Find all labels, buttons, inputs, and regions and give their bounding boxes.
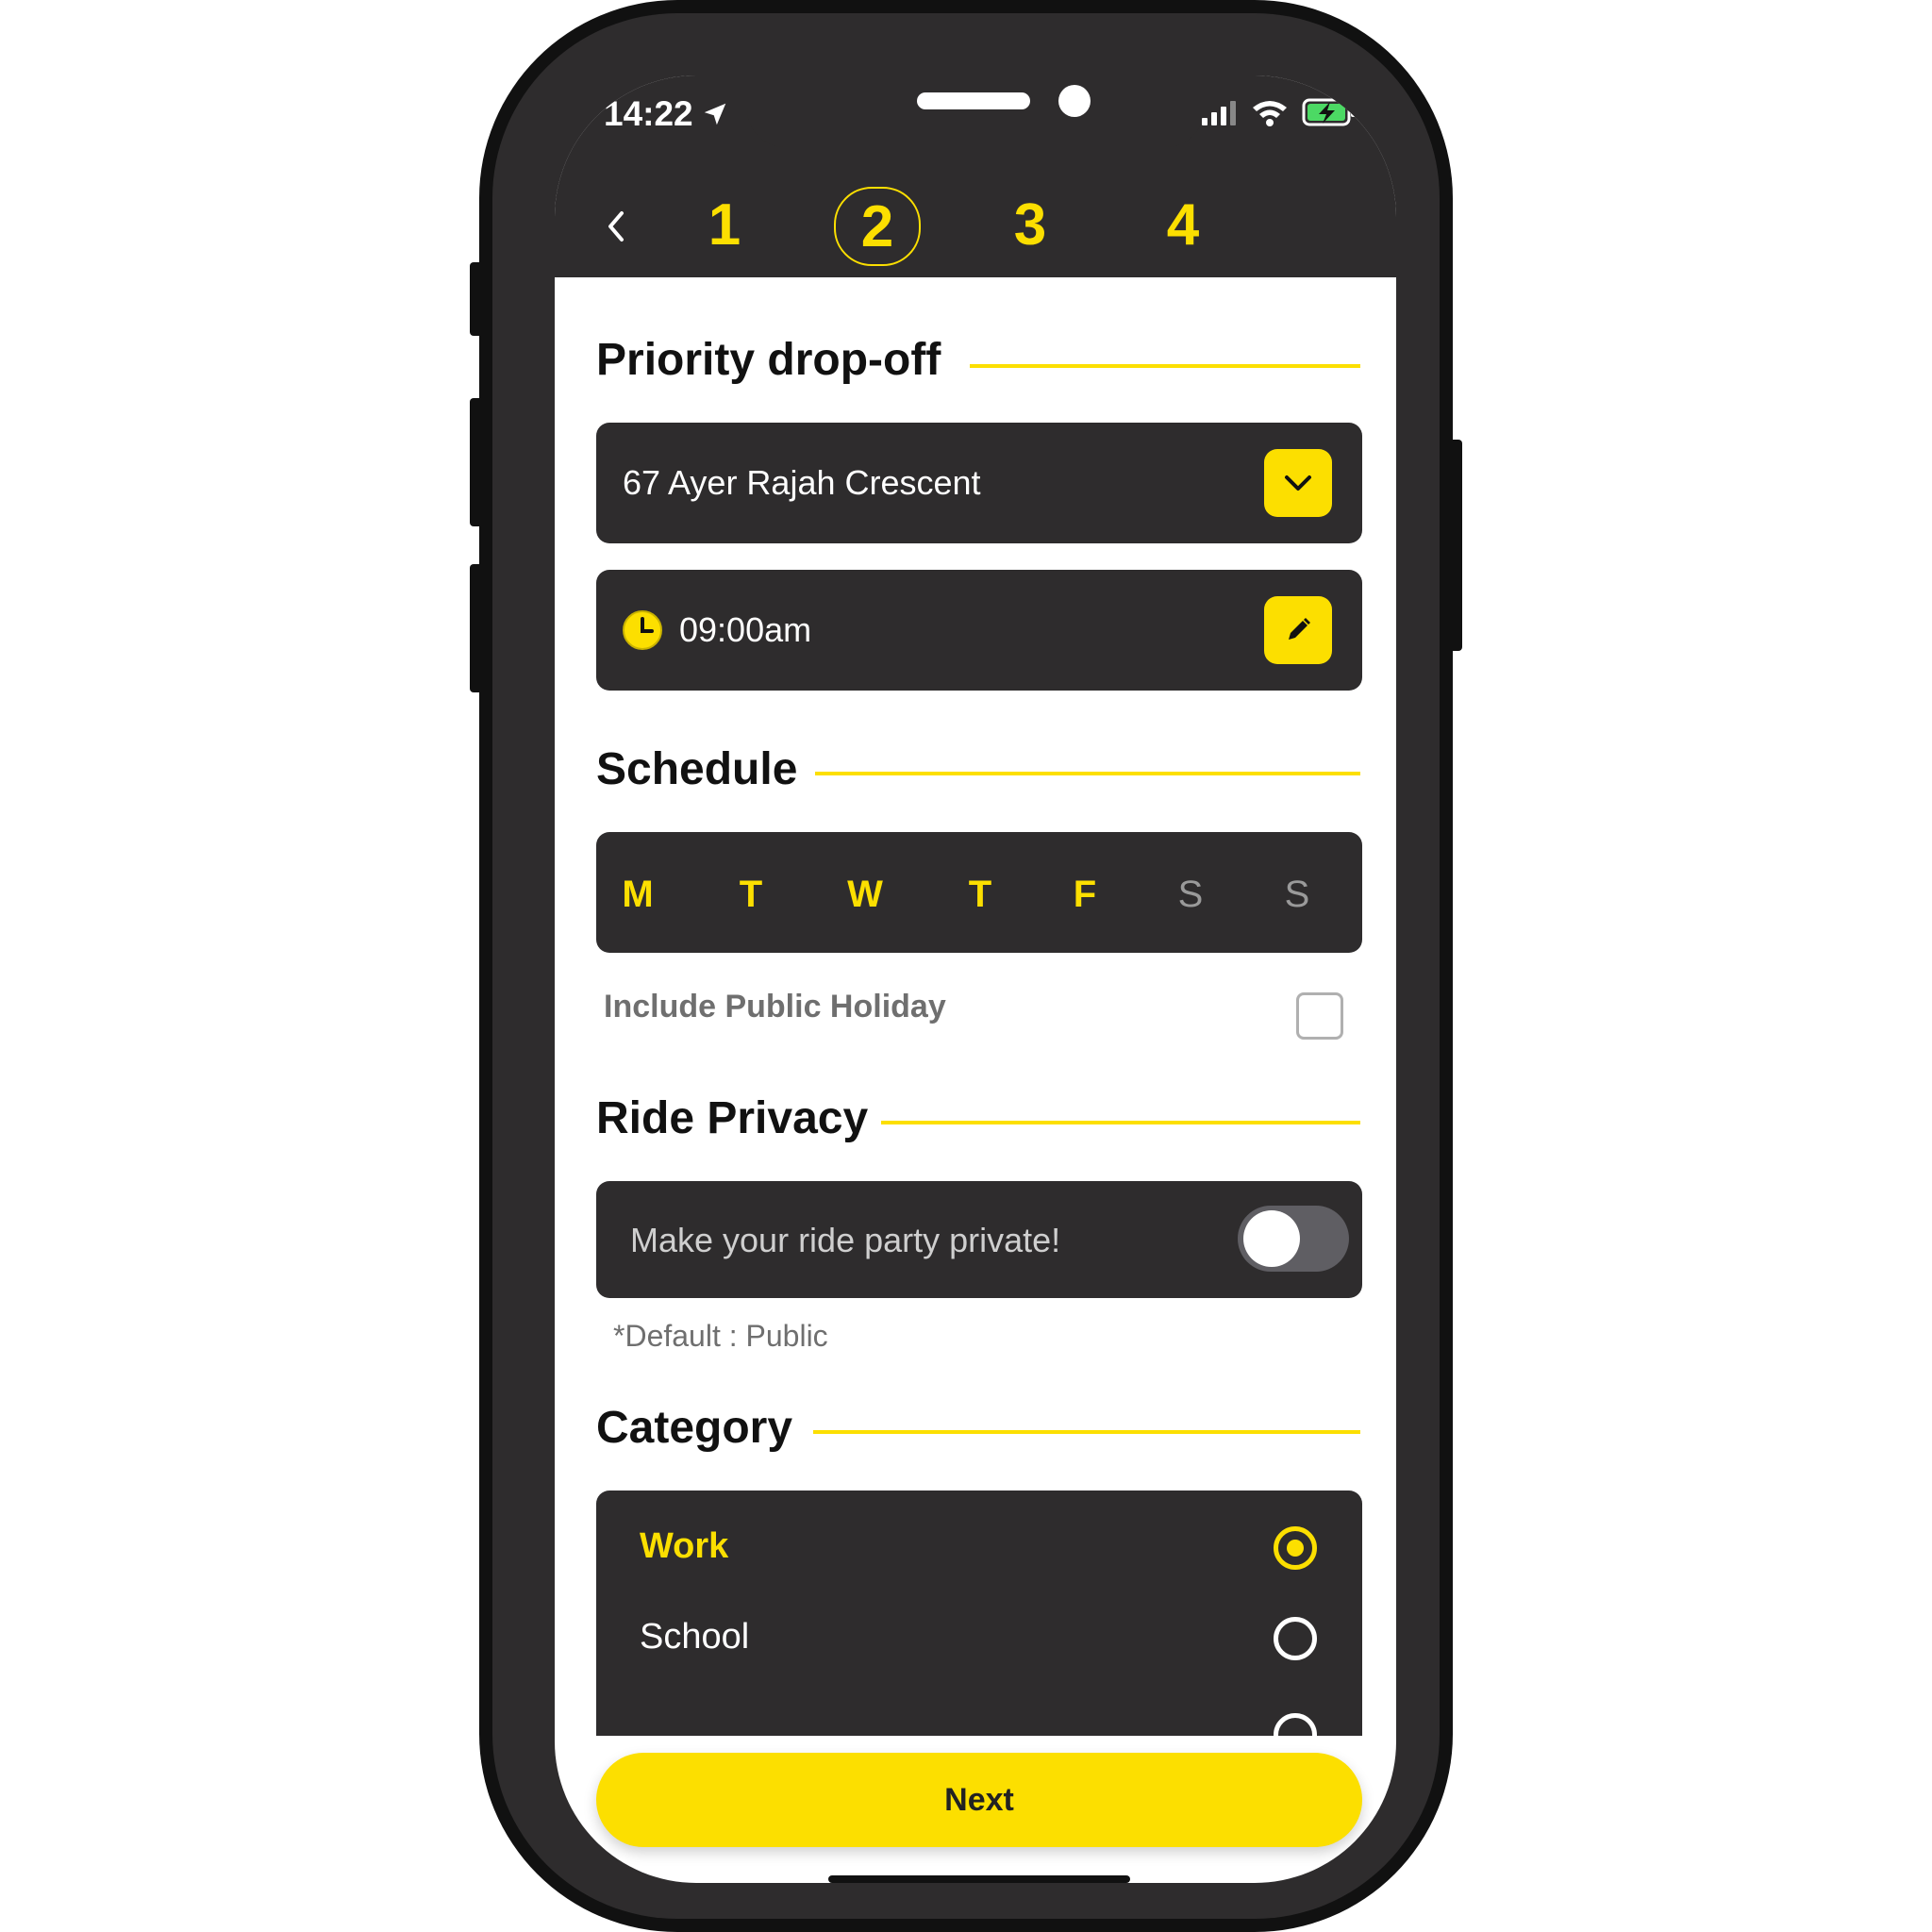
section-divider (815, 772, 1360, 775)
front-camera (1058, 85, 1091, 117)
category-option-school[interactable]: School (596, 1581, 1362, 1672)
address-dropdown[interactable]: 67 Ayer Rajah Crescent (596, 423, 1362, 543)
day-wednesday[interactable]: W (837, 874, 893, 916)
speaker-grille (917, 92, 1030, 109)
category-option-work[interactable]: Work (596, 1491, 1362, 1581)
toggle-knob (1243, 1210, 1300, 1267)
chevron-left-icon (608, 211, 624, 242)
phone-bezel: 14:22 1 2 3 4 Priority drop-off 67 Ayer … (492, 13, 1440, 1919)
section-divider (970, 364, 1360, 368)
priority-dropoff-title: Priority drop-off (596, 335, 941, 385)
app-screen: 14:22 1 2 3 4 Priority drop-off 67 Ayer … (555, 75, 1396, 1883)
public-holiday-checkbox[interactable] (1296, 992, 1343, 1040)
step-1[interactable]: 1 (683, 187, 766, 262)
phone-notch (747, 75, 1204, 147)
category-title: Category (596, 1403, 793, 1453)
step-3[interactable]: 3 (989, 187, 1072, 262)
day-tuesday[interactable]: T (723, 874, 779, 916)
cellular-signal-icon (1202, 101, 1236, 125)
step-header: 14:22 1 2 3 4 (555, 75, 1396, 277)
category-option-label: Work (640, 1526, 729, 1566)
section-divider (813, 1430, 1360, 1434)
edit-time-button[interactable] (1264, 596, 1332, 664)
category-option-label: School (640, 1617, 750, 1657)
address-dropdown-button[interactable] (1264, 449, 1332, 517)
default-public-note: *Default : Public (613, 1319, 828, 1353)
day-thursday[interactable]: T (952, 874, 1008, 916)
status-time: 14:22 (604, 94, 729, 134)
privacy-toggle-row: Make your ride party private! (596, 1181, 1362, 1298)
step-4[interactable]: 4 (1141, 187, 1224, 262)
address-value: 67 Ayer Rajah Crescent (623, 463, 981, 502)
schedule-title: Schedule (596, 744, 798, 794)
day-picker: M T W T F S S (596, 832, 1362, 953)
radio-unselected[interactable] (1274, 1617, 1317, 1660)
status-time-label: 14:22 (604, 94, 693, 133)
day-monday[interactable]: M (609, 874, 666, 916)
chevron-down-icon (1285, 475, 1311, 491)
category-list: Work School (596, 1491, 1362, 1736)
privacy-toggle-label: Make your ride party private! (630, 1221, 1061, 1259)
public-holiday-label: Include Public Holiday (604, 989, 946, 1024)
home-indicator (828, 1875, 1130, 1883)
radio-selected[interactable] (1274, 1526, 1317, 1570)
radio-dot (1287, 1540, 1304, 1557)
back-button[interactable] (589, 198, 645, 255)
battery-charging-icon (1302, 98, 1356, 126)
day-saturday[interactable]: S (1162, 874, 1219, 916)
day-sunday[interactable]: S (1269, 874, 1325, 916)
status-icons (1200, 98, 1358, 126)
day-friday[interactable]: F (1057, 874, 1113, 916)
next-button[interactable]: Next (596, 1753, 1362, 1847)
time-field[interactable]: 09:00am (596, 570, 1362, 691)
location-arrow-icon (704, 103, 725, 125)
section-divider (881, 1121, 1360, 1124)
step-2-active[interactable]: 2 (834, 187, 921, 266)
clock-icon (623, 610, 662, 650)
phone-frame: 14:22 1 2 3 4 Priority drop-off 67 Ayer … (479, 0, 1453, 1932)
radio-unselected[interactable] (1274, 1713, 1317, 1736)
wifi-icon (1253, 101, 1287, 126)
pencil-icon (1289, 618, 1310, 640)
time-value: 09:00am (679, 610, 812, 649)
privacy-toggle[interactable] (1238, 1206, 1349, 1272)
ride-privacy-title: Ride Privacy (596, 1093, 869, 1143)
